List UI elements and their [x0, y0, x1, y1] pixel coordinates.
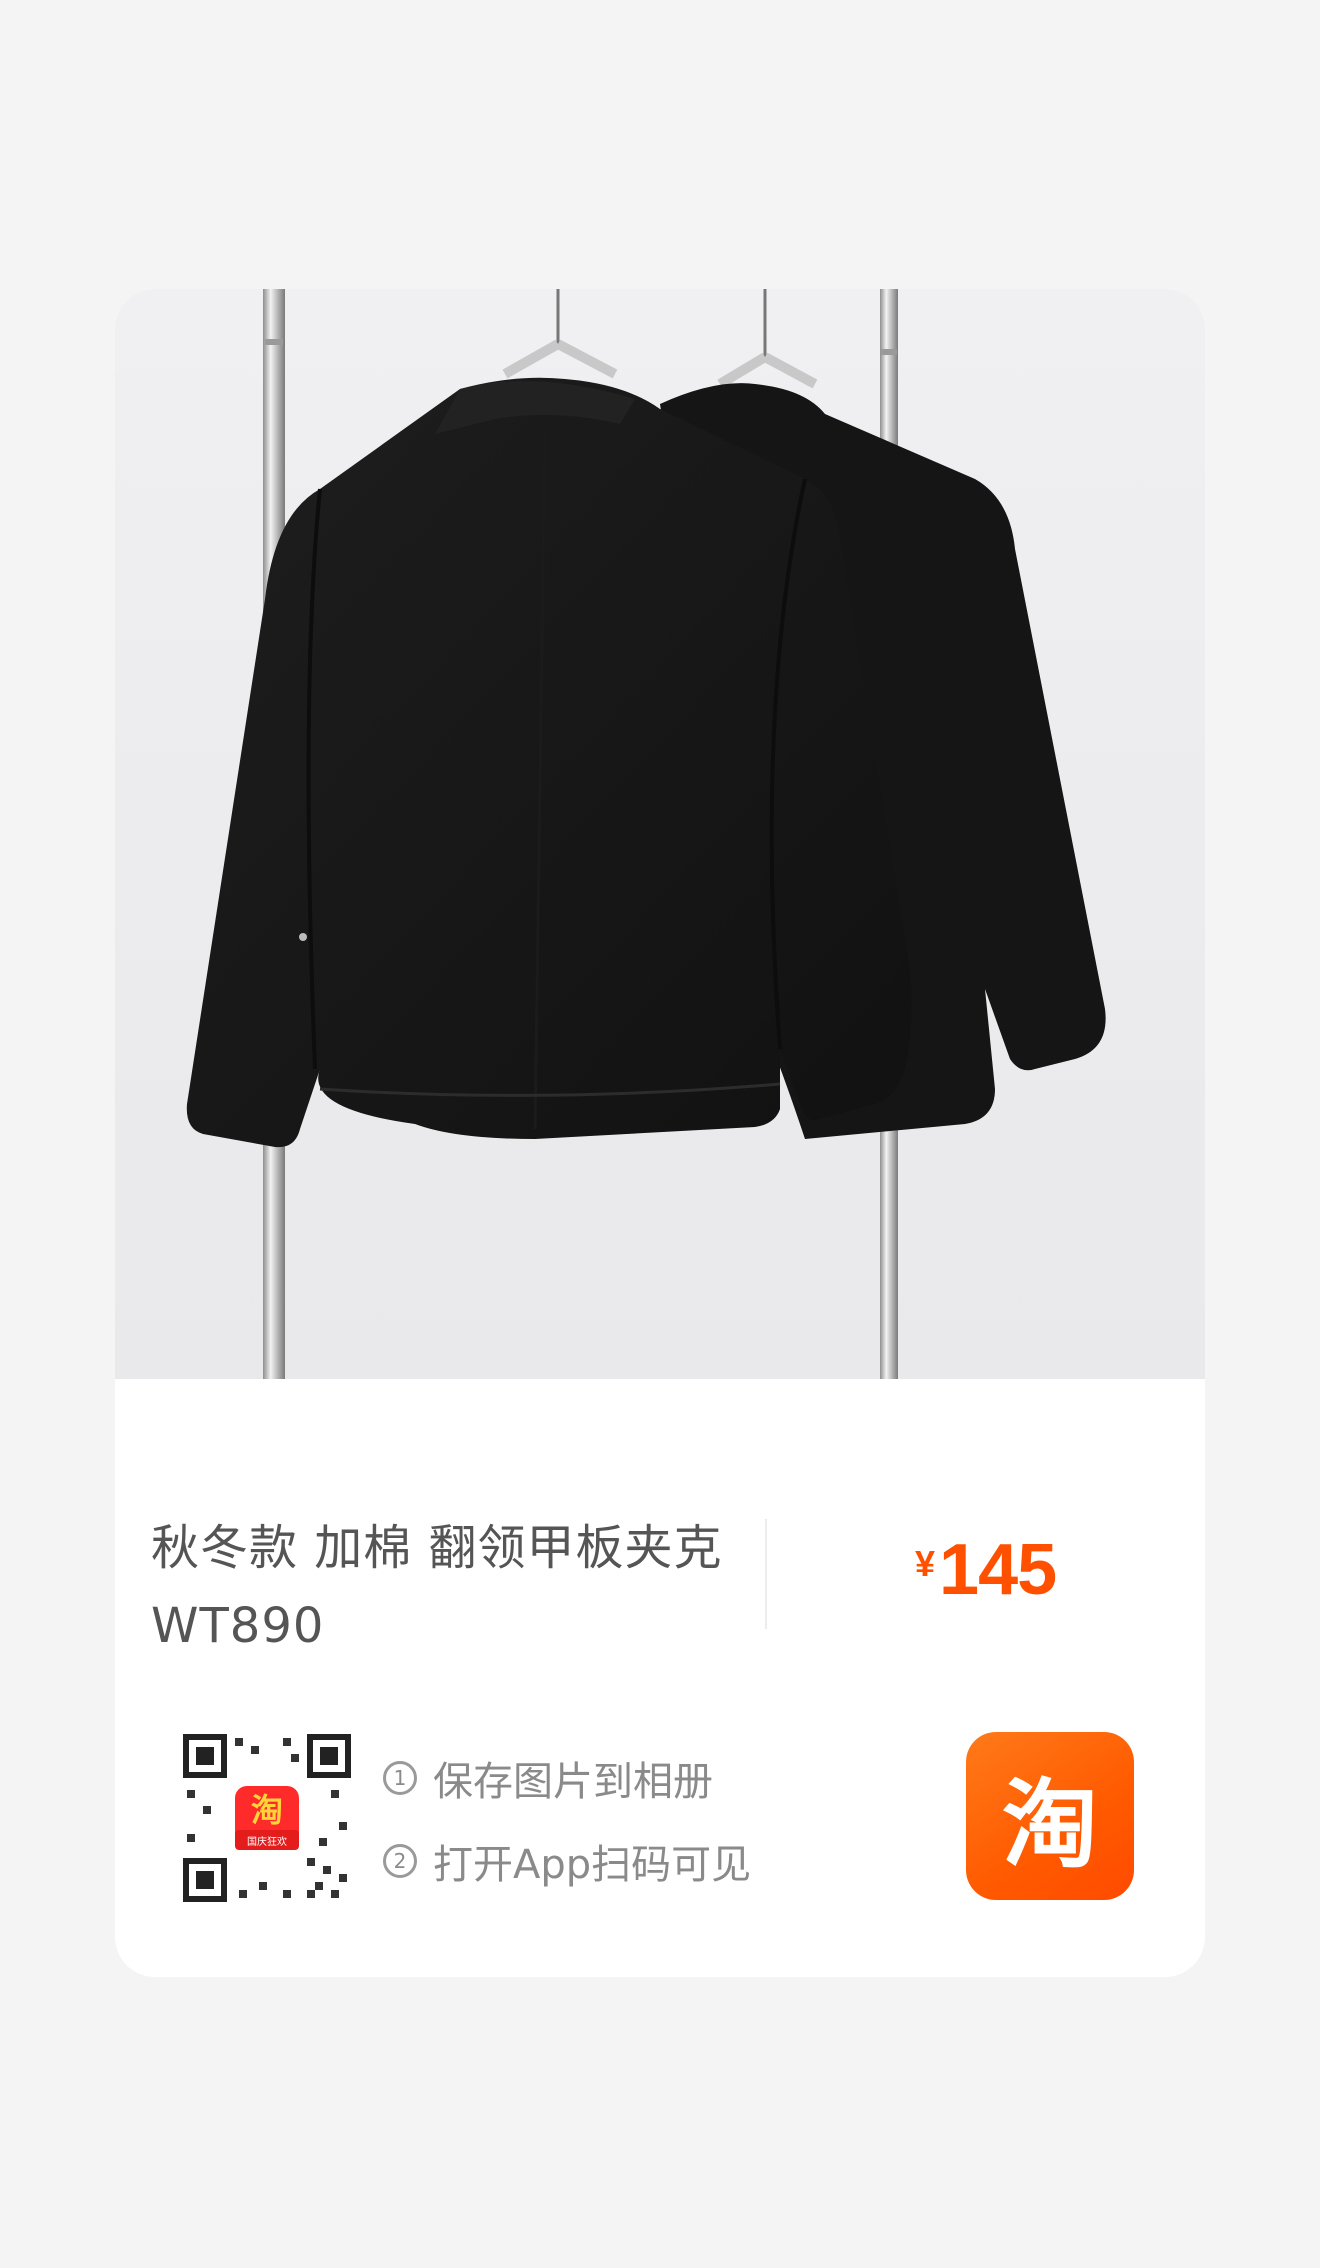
- product-title: 秋冬款 加棉 翻领甲板夹克 WT890: [151, 1509, 751, 1665]
- product-image[interactable]: [115, 289, 1205, 1379]
- tip-text: 打开App扫码可见: [433, 1842, 752, 1888]
- product-info: 秋冬款 加棉 翻领甲板夹克 WT890 ¥145 淘 国庆狂欢 1 保存图片到相…: [115, 1379, 1205, 1977]
- product-code: WT890: [151, 1598, 325, 1654]
- share-card: 秋冬款 加棉 翻领甲板夹克 WT890 ¥145 淘 国庆狂欢 1 保存图片到相…: [115, 289, 1205, 1977]
- tip-save-image: 1 保存图片到相册: [383, 1749, 713, 1807]
- step-number-1: 1: [383, 1761, 417, 1795]
- taobao-logo-icon[interactable]: 淘: [966, 1732, 1134, 1900]
- qr-badge-char: 淘: [250, 1791, 283, 1829]
- divider: [765, 1519, 767, 1629]
- qr-code[interactable]: 淘 国庆狂欢: [183, 1734, 351, 1902]
- step-number-2: 2: [383, 1844, 417, 1878]
- currency-symbol: ¥: [915, 1543, 936, 1584]
- qr-badge-caption: 国庆狂欢: [247, 1836, 287, 1848]
- product-title-line1: 秋冬款 加棉 翻领甲板夹克: [151, 1520, 723, 1576]
- price-value: 145: [939, 1530, 1057, 1610]
- product-price: ¥145: [915, 1529, 1057, 1611]
- tip-text: 保存图片到相册: [433, 1759, 713, 1805]
- tip-open-app: 2 打开App扫码可见: [383, 1832, 751, 1890]
